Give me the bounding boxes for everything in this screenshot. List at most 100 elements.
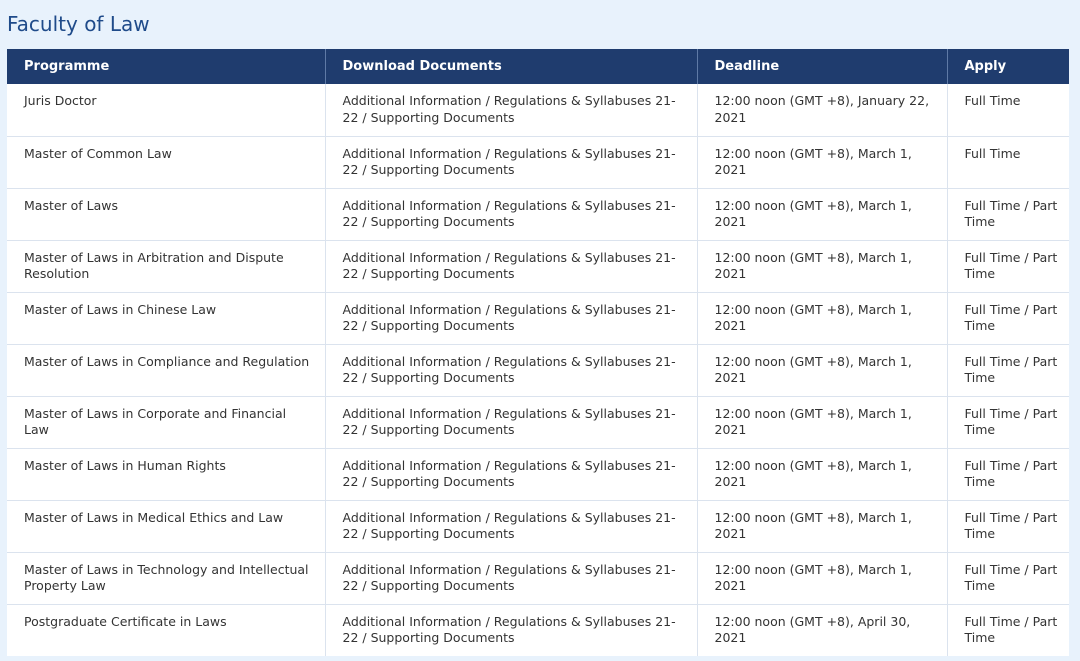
apply-cell: Full Time xyxy=(947,84,1069,137)
programme-name: Master of Laws in Technology and Intelle… xyxy=(24,561,309,594)
supporting-documents-link[interactable]: Supporting Documents xyxy=(371,578,515,593)
programme-cell: Master of Laws xyxy=(7,188,326,241)
link-separator: / xyxy=(481,613,494,629)
link-separator: / xyxy=(481,457,494,473)
supporting-documents-link[interactable]: Supporting Documents xyxy=(371,266,515,281)
supporting-documents-link[interactable]: Supporting Documents xyxy=(371,474,515,489)
apply-cell: Full Time / Part Time xyxy=(947,188,1069,241)
table-row: Master of Laws in Corporate and Financia… xyxy=(7,396,1069,449)
deadline-text: 12:00 noon (GMT +8), March 1, 2021 xyxy=(714,561,912,594)
column-header-download-documents: Download Documents xyxy=(325,49,698,84)
documents-cell: Additional Information / Regulations & S… xyxy=(325,500,698,553)
deadline-text: 12:00 noon (GMT +8), March 1, 2021 xyxy=(714,145,912,178)
link-separator: / xyxy=(358,630,371,645)
table-row: Master of Laws in Chinese Law Additional… xyxy=(7,292,1069,345)
apply-link[interactable]: Full Time xyxy=(965,146,1021,161)
supporting-documents-link[interactable]: Supporting Documents xyxy=(371,630,515,645)
apply-cell: Full Time / Part Time xyxy=(947,292,1069,345)
deadline-text: 12:00 noon (GMT +8), April 30, 2021 xyxy=(714,613,911,646)
documents-cell: Additional Information / Regulations & S… xyxy=(325,604,698,656)
link-separator: / xyxy=(358,318,371,333)
table-row: Master of Laws in Technology and Intelle… xyxy=(7,552,1069,605)
apply-link[interactable]: Full Time / Part Time xyxy=(965,302,1058,334)
deadline-text: 12:00 noon (GMT +8), March 1, 2021 xyxy=(714,457,912,490)
link-separator: / xyxy=(358,578,371,593)
documents-cell: Additional Information / Regulations & S… xyxy=(325,84,698,137)
link-separator: / xyxy=(358,109,371,125)
deadline-text: 12:00 noon (GMT +8), January 22, 2021 xyxy=(714,93,930,125)
additional-information-link[interactable]: Additional Information xyxy=(343,510,482,525)
deadline-cell: 12:00 noon (GMT +8), March 1, 2021 xyxy=(697,396,948,449)
apply-cell: Full Time / Part Time xyxy=(947,552,1069,605)
additional-information-link[interactable]: Additional Information xyxy=(343,354,482,369)
programme-cell: Master of Laws in Human Rights xyxy=(7,448,326,501)
programme-cell: Postgraduate Certificate in Laws xyxy=(7,604,326,656)
additional-information-link[interactable]: Additional Information xyxy=(343,406,482,421)
documents-cell: Additional Information / Regulations & S… xyxy=(325,552,698,605)
additional-information-link[interactable]: Additional Information xyxy=(343,250,482,265)
programme-cell: Master of Laws in Corporate and Financia… xyxy=(7,396,326,449)
deadline-text: 12:00 noon (GMT +8), March 1, 2021 xyxy=(714,197,912,230)
apply-link[interactable]: Full Time / Part Time xyxy=(965,198,1058,230)
documents-cell: Additional Information / Regulations & S… xyxy=(325,292,698,345)
programme-cell: Master of Laws in Arbitration and Disput… xyxy=(7,240,326,293)
documents-cell: Additional Information / Regulations & S… xyxy=(325,136,698,189)
apply-link[interactable]: Full Time xyxy=(965,93,1021,108)
supporting-documents-link[interactable]: Supporting Documents xyxy=(371,214,515,229)
column-header-programme: Programme xyxy=(7,49,326,84)
deadline-cell: 12:00 noon (GMT +8), March 1, 2021 xyxy=(697,292,948,345)
additional-information-link[interactable]: Additional Information xyxy=(343,614,482,629)
additional-information-link[interactable]: Additional Information xyxy=(343,146,482,161)
link-separator: / xyxy=(358,266,371,281)
additional-information-link[interactable]: Additional Information xyxy=(343,198,482,213)
apply-link[interactable]: Full Time / Part Time xyxy=(965,354,1058,386)
programme-name: Master of Common Law xyxy=(24,145,172,161)
additional-information-link[interactable]: Additional Information xyxy=(343,562,482,577)
supporting-documents-link[interactable]: Supporting Documents xyxy=(371,162,515,177)
programme-name: Master of Laws in Medical Ethics and Law xyxy=(24,509,284,525)
link-separator: / xyxy=(358,422,371,437)
supporting-documents-link[interactable]: Supporting Documents xyxy=(371,526,515,541)
apply-link[interactable]: Full Time / Part Time xyxy=(965,562,1058,594)
table-row: Master of Laws in Human Rights Additiona… xyxy=(7,448,1069,501)
link-separator: / xyxy=(481,301,494,317)
deadline-cell: 12:00 noon (GMT +8), January 22, 2021 xyxy=(697,84,948,137)
programme-name: Master of Laws in Compliance and Regulat… xyxy=(24,353,310,369)
deadline-text: 12:00 noon (GMT +8), March 1, 2021 xyxy=(714,353,912,386)
programme-name: Master of Laws in Corporate and Financia… xyxy=(24,405,287,438)
link-separator: / xyxy=(481,197,494,213)
apply-link[interactable]: Full Time / Part Time xyxy=(965,250,1058,282)
table-row: Master of Laws Additional Information / … xyxy=(7,188,1069,241)
documents-cell: Additional Information / Regulations & S… xyxy=(325,188,698,241)
apply-cell: Full Time / Part Time xyxy=(947,448,1069,501)
column-header-apply: Apply xyxy=(947,49,1069,84)
apply-link[interactable]: Full Time / Part Time xyxy=(965,406,1058,438)
deadline-cell: 12:00 noon (GMT +8), March 1, 2021 xyxy=(697,136,948,189)
additional-information-link[interactable]: Additional Information xyxy=(343,458,482,473)
apply-cell: Full Time / Part Time xyxy=(947,396,1069,449)
supporting-documents-link[interactable]: Supporting Documents xyxy=(371,318,515,333)
programme-name: Master of Laws in Arbitration and Disput… xyxy=(24,249,284,282)
apply-link[interactable]: Full Time / Part Time xyxy=(965,458,1058,490)
supporting-documents-link[interactable]: Supporting Documents xyxy=(371,422,515,437)
deadline-cell: 12:00 noon (GMT +8), March 1, 2021 xyxy=(697,500,948,553)
column-header-deadline: Deadline xyxy=(697,49,948,84)
apply-cell: Full Time / Part Time xyxy=(947,500,1069,553)
programme-cell: Juris Doctor xyxy=(7,84,326,137)
link-separator: / xyxy=(481,353,494,369)
additional-information-link[interactable]: Additional Information xyxy=(343,302,482,317)
deadline-cell: 12:00 noon (GMT +8), March 1, 2021 xyxy=(697,240,948,293)
apply-link[interactable]: Full Time / Part Time xyxy=(965,510,1058,542)
documents-cell: Additional Information / Regulations & S… xyxy=(325,396,698,449)
supporting-documents-link[interactable]: Supporting Documents xyxy=(371,370,515,385)
additional-information-link[interactable]: Additional Information xyxy=(343,93,482,108)
deadline-cell: 12:00 noon (GMT +8), March 1, 2021 xyxy=(697,552,948,605)
supporting-documents-link[interactable]: Supporting Documents xyxy=(371,110,515,125)
table-row: Juris Doctor Additional Information / Re… xyxy=(7,84,1069,137)
programme-name: Master of Laws in Human Rights xyxy=(24,457,226,473)
link-separator: / xyxy=(481,561,494,577)
table-header: Programme Download Documents Deadline Ap… xyxy=(7,49,1069,84)
table-body: Juris Doctor Additional Information / Re… xyxy=(7,84,1069,656)
deadline-cell: 12:00 noon (GMT +8), March 1, 2021 xyxy=(697,344,948,397)
apply-link[interactable]: Full Time / Part Time xyxy=(965,614,1058,646)
